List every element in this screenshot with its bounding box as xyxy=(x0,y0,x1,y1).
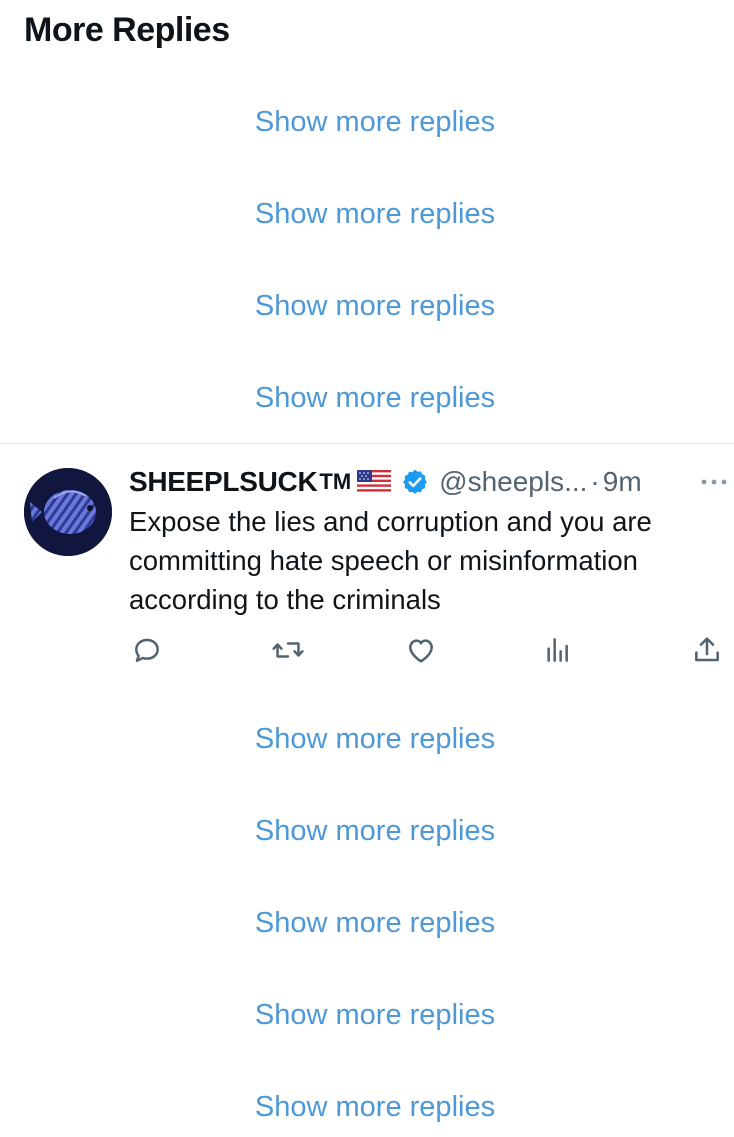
retweet-icon[interactable] xyxy=(268,630,308,670)
us-flag-icon xyxy=(357,470,392,494)
separator-dot: · xyxy=(590,466,600,497)
divider xyxy=(0,443,734,444)
show-more-replies-link[interactable]: Show more replies xyxy=(0,905,734,941)
verified-badge-icon[interactable] xyxy=(401,468,429,496)
show-more-replies-link[interactable]: Show more replies xyxy=(0,997,734,1033)
show-more-replies-link[interactable]: Show more replies xyxy=(0,721,734,757)
heart-icon[interactable] xyxy=(401,630,441,670)
tweet-text: Expose the lies and corruption and you a… xyxy=(129,506,652,615)
show-more-replies-link[interactable]: Show more replies xyxy=(0,813,734,849)
avatar[interactable] xyxy=(24,468,112,556)
show-more-replies-link[interactable]: Show more replies xyxy=(0,1089,734,1125)
more-options-icon[interactable] xyxy=(699,470,729,494)
share-icon[interactable] xyxy=(687,630,727,670)
trademark-symbol: TM xyxy=(319,469,352,494)
views-chart-icon[interactable] xyxy=(538,630,578,670)
timestamp[interactable]: 9m xyxy=(603,466,642,498)
show-more-replies-link[interactable]: Show more replies xyxy=(0,104,734,140)
display-name[interactable]: SHEEPLSUCK xyxy=(129,466,318,498)
reply-icon[interactable] xyxy=(127,630,167,670)
user-handle[interactable]: @sheepls... xyxy=(439,466,587,498)
show-more-replies-link[interactable]: Show more replies xyxy=(0,288,734,324)
show-more-replies-link[interactable]: Show more replies xyxy=(0,380,734,416)
tweet-header: SHEEPLSUCK TM @sheepls... · 9m xyxy=(129,462,729,502)
show-more-replies-link[interactable]: Show more replies xyxy=(0,196,734,232)
section-title: More Replies xyxy=(24,11,230,49)
